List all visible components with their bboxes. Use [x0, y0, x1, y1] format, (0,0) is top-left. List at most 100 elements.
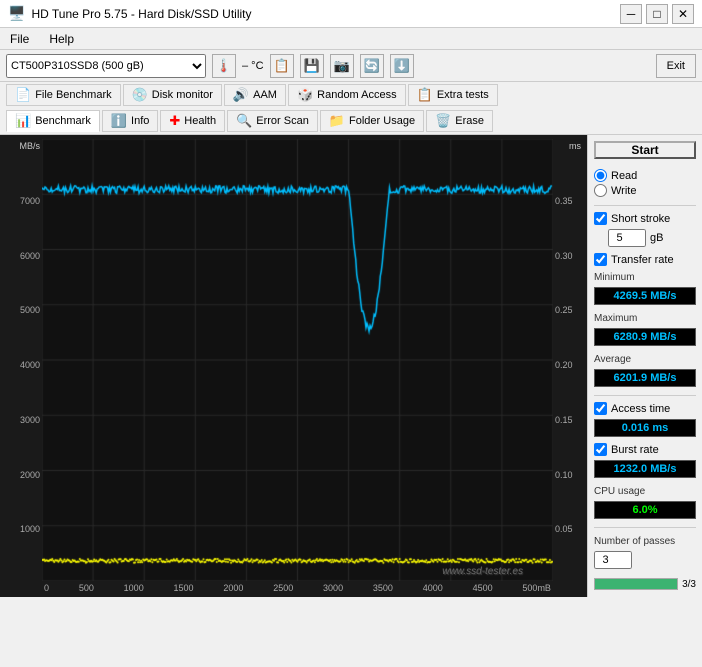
y-left-4000: 4000: [6, 360, 40, 370]
short-stroke-input[interactable]: [608, 229, 646, 247]
x-500: 500: [79, 583, 94, 593]
menu-help[interactable]: Help: [45, 31, 78, 47]
tab-benchmark[interactable]: 📊 Benchmark: [6, 110, 100, 132]
y-right-035: 0.35: [555, 196, 581, 206]
y-left-5000: 5000: [6, 305, 40, 315]
burst-rate-checkbox[interactable]: [594, 443, 607, 456]
access-time-checkbox[interactable]: [594, 402, 607, 415]
x-0: 0: [44, 583, 49, 593]
tab-error-scan[interactable]: 🔍 Error Scan: [227, 110, 318, 132]
average-label: Average: [594, 354, 696, 365]
x-500mb: 500mB: [522, 583, 551, 593]
write-radio-label[interactable]: Write: [594, 184, 696, 197]
y-right-010: 0.10: [555, 470, 581, 480]
camera-icon[interactable]: 📷: [330, 54, 354, 78]
tab-info-label: Info: [131, 115, 149, 127]
passes-label: Number of passes: [594, 536, 696, 547]
tab-info[interactable]: ℹ️ Info: [102, 110, 159, 132]
short-stroke-unit: gB: [650, 232, 663, 244]
tab-folder-usage[interactable]: 📁 Folder Usage: [320, 110, 424, 132]
tab-file-benchmark[interactable]: 📄 File Benchmark: [6, 84, 121, 106]
tabs-row1: 📄 File Benchmark 💿 Disk monitor 🔊 AAM 🎲 …: [4, 82, 698, 108]
disk-monitor-icon: 💿: [132, 87, 148, 103]
short-stroke-checkbox-label[interactable]: Short stroke: [594, 212, 696, 225]
tab-erase[interactable]: 🗑️ Erase: [426, 110, 493, 132]
disk-selector[interactable]: CT500P310SSD8 (500 gB): [6, 54, 206, 78]
start-button[interactable]: Start: [594, 141, 696, 159]
burst-rate-label: Burst rate: [611, 444, 659, 456]
y-left-7000: 7000: [6, 196, 40, 206]
tab-erase-label: Erase: [455, 115, 484, 127]
close-button[interactable]: ✕: [672, 4, 694, 24]
main-content: MB/s 7000 6000 5000 4000 3000 2000 1000 …: [0, 135, 702, 597]
folder-usage-icon: 📁: [329, 113, 345, 129]
x-2500: 2500: [273, 583, 293, 593]
tab-file-benchmark-label: File Benchmark: [35, 89, 111, 101]
exit-button[interactable]: Exit: [656, 54, 696, 78]
refresh-icon[interactable]: 🔄: [360, 54, 384, 78]
random-access-icon: 🎲: [297, 87, 313, 103]
benchmark-icon: 📊: [15, 113, 31, 129]
app-icon: 🖥️: [8, 5, 25, 22]
access-time-checkbox-label[interactable]: Access time: [594, 402, 696, 415]
passes-input[interactable]: [594, 551, 632, 569]
burst-rate-value: 1232.0 MB/s: [594, 460, 696, 478]
y-right-label: ms: [555, 141, 581, 151]
y-right-005: 0.05: [555, 524, 581, 534]
maximum-label: Maximum: [594, 313, 696, 324]
tab-benchmark-label: Benchmark: [35, 115, 91, 127]
transfer-rate-checkbox[interactable]: [594, 253, 607, 266]
minimize-button[interactable]: ─: [620, 4, 642, 24]
access-time-label: Access time: [611, 403, 670, 415]
tab-folder-usage-label: Folder Usage: [349, 115, 415, 127]
read-radio-label[interactable]: Read: [594, 169, 696, 182]
progress-bar-fill: [595, 579, 677, 589]
write-radio[interactable]: [594, 184, 607, 197]
x-3000: 3000: [323, 583, 343, 593]
right-panel: Start Read Write Short stroke gB Transfe…: [587, 135, 702, 597]
tab-extra-tests[interactable]: 📋 Extra tests: [408, 84, 498, 106]
maximize-button[interactable]: □: [646, 4, 668, 24]
write-label: Write: [611, 185, 636, 197]
short-stroke-checkbox[interactable]: [594, 212, 607, 225]
extra-tests-icon: 📋: [417, 87, 433, 103]
info-tab-icon: ℹ️: [111, 113, 127, 129]
x-4000: 4000: [423, 583, 443, 593]
burst-rate-checkbox-label[interactable]: Burst rate: [594, 443, 696, 456]
tab-error-scan-label: Error Scan: [256, 115, 309, 127]
download-icon[interactable]: ⬇️: [390, 54, 414, 78]
menu-bar: File Help: [0, 28, 702, 50]
maximum-value: 6280.9 MB/s: [594, 328, 696, 346]
info-icon[interactable]: 📋: [270, 54, 294, 78]
x-1500: 1500: [174, 583, 194, 593]
read-radio[interactable]: [594, 169, 607, 182]
thermometer-icon: 🌡️: [212, 54, 236, 78]
watermark: www.ssd-tester.es: [442, 566, 523, 577]
app-title: HD Tune Pro 5.75 - Hard Disk/SSD Utility: [31, 7, 251, 21]
disk-icon[interactable]: 💾: [300, 54, 324, 78]
y-left-3000: 3000: [6, 415, 40, 425]
tabs-container: 📄 File Benchmark 💿 Disk monitor 🔊 AAM 🎲 …: [0, 82, 702, 135]
tab-disk-monitor[interactable]: 💿 Disk monitor: [123, 84, 222, 106]
minimum-value: 4269.5 MB/s: [594, 287, 696, 305]
y-left-1000: 1000: [6, 524, 40, 534]
tabs-row2: 📊 Benchmark ℹ️ Info ✚ Health 🔍 Error Sca…: [4, 108, 698, 134]
tab-random-access[interactable]: 🎲 Random Access: [288, 84, 406, 106]
tab-health[interactable]: ✚ Health: [160, 110, 225, 132]
erase-icon: 🗑️: [435, 113, 451, 129]
tab-aam-label: AAM: [253, 89, 277, 101]
menu-file[interactable]: File: [6, 31, 33, 47]
benchmark-chart: [42, 139, 553, 581]
short-stroke-row: gB: [608, 229, 696, 247]
y-right-015: 0.15: [555, 415, 581, 425]
minimum-label: Minimum: [594, 272, 696, 283]
y-left-label: MB/s: [6, 141, 40, 151]
tab-aam[interactable]: 🔊 AAM: [224, 84, 286, 106]
x-3500: 3500: [373, 583, 393, 593]
read-write-group: Read Write: [594, 169, 696, 197]
read-label: Read: [611, 170, 637, 182]
toolbar: CT500P310SSD8 (500 gB) 🌡️ – °C 📋 💾 📷 🔄 ⬇…: [0, 50, 702, 82]
progress-label: 3/3: [682, 579, 696, 590]
chart-wrapper: MB/s 7000 6000 5000 4000 3000 2000 1000 …: [0, 135, 587, 597]
transfer-rate-checkbox-label[interactable]: Transfer rate: [594, 253, 696, 266]
